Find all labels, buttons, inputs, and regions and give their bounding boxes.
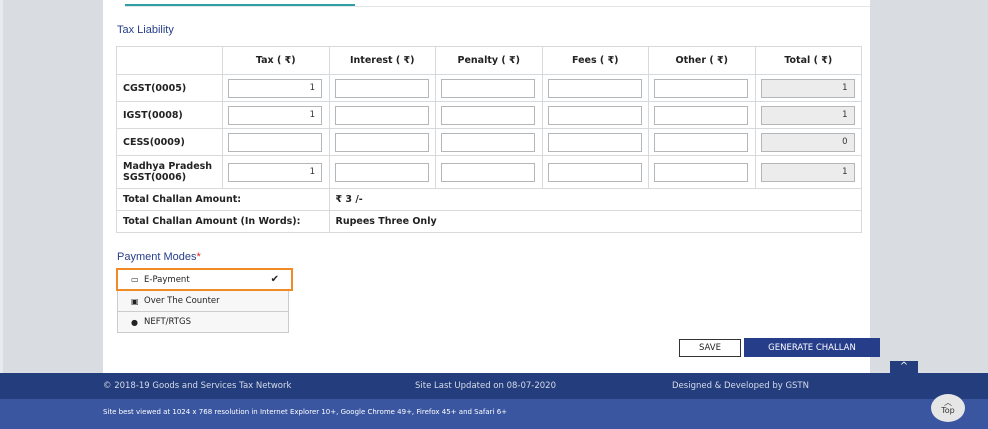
col-header-interest: Interest ( ₹) [328, 46, 436, 75]
table-row-cess: CESS(0009) 0 [116, 128, 862, 156]
top-label: Top [941, 406, 955, 415]
other-input[interactable] [654, 132, 748, 152]
table-header-row: Tax ( ₹) Interest ( ₹) Penalty ( ₹) Fees… [116, 46, 862, 75]
interest-input[interactable] [334, 132, 429, 152]
check-icon: ✔ [270, 274, 279, 285]
footer-designed: Designed & Developed by GSTN [672, 381, 809, 391]
payment-modes-label: Payment Modes [117, 251, 197, 263]
footer-top: © 2018-19 Goods and Services Tax Network… [0, 373, 988, 399]
cash-icon: ▣ [131, 296, 139, 306]
payment-modes-list: ▭ E-Payment ✔ ▣ Over The Counter ● NEFT/… [116, 268, 293, 333]
penalty-input[interactable] [441, 162, 535, 182]
content-card: Tax Liability Tax ( ₹) Interest ( ₹) Pen… [103, 0, 880, 373]
tax-input[interactable]: 1 [228, 78, 322, 98]
table-row-sgst: Madhya Pradesh SGST(0006) 1 1 [116, 155, 862, 189]
tab-divider [125, 6, 870, 7]
fees-input[interactable] [547, 105, 642, 125]
col-header-penalty: Penalty ( ₹) [435, 46, 543, 75]
generate-challan-button[interactable]: GENERATE CHALLAN [744, 338, 880, 357]
other-input[interactable] [654, 78, 748, 98]
total-field: 0 [760, 132, 855, 152]
fees-input[interactable] [547, 132, 642, 152]
footer-updated: Site Last Updated on 08-07-2020 [415, 381, 556, 391]
footer-bottom: Site best viewed at 1024 x 768 resolutio… [0, 399, 988, 429]
tax-input[interactable]: 1 [228, 162, 322, 182]
col-header-total: Total ( ₹) [754, 46, 862, 75]
col-header-tax: Tax ( ₹) [222, 46, 330, 75]
total-field: 1 [760, 105, 855, 125]
total-amount-value: ₹ 3 /- [328, 188, 862, 211]
footer-copyright: © 2018-19 Goods and Services Tax Network [103, 381, 292, 391]
total-words-label: Total Challan Amount (In Words): [116, 210, 330, 233]
globe-icon: ● [131, 317, 138, 327]
table-row-cgst: CGST(0005) 1 1 [116, 74, 862, 102]
total-words-row: Total Challan Amount (In Words): Rupees … [116, 210, 862, 233]
fees-input[interactable] [547, 78, 642, 98]
row-header-blank [116, 46, 223, 75]
interest-input[interactable] [334, 78, 429, 98]
other-input[interactable] [654, 105, 748, 125]
save-button[interactable]: SAVE [679, 339, 741, 357]
payment-modes-title: Payment Modes* [117, 251, 201, 263]
tax-liability-table: Tax ( ₹) Interest ( ₹) Penalty ( ₹) Fees… [116, 46, 862, 233]
total-words-value: Rupees Three Only [328, 210, 862, 233]
left-border [0, 0, 3, 373]
col-header-fees: Fees ( ₹) [541, 46, 649, 75]
credit-card-icon: ▭ [131, 275, 139, 284]
other-input[interactable] [654, 162, 748, 182]
penalty-input[interactable] [441, 105, 535, 125]
back-to-top-button[interactable]: ︿ Top [931, 394, 965, 422]
col-header-other: Other ( ₹) [648, 46, 756, 75]
payment-mode-over-the-counter[interactable]: ▣ Over The Counter [117, 291, 289, 312]
interest-input[interactable] [334, 105, 429, 125]
fees-input[interactable] [547, 162, 642, 182]
interest-input[interactable] [334, 162, 429, 182]
payment-mode-label: NEFT/RTGS [144, 317, 191, 327]
section-title: Tax Liability [117, 24, 174, 36]
row-label: CESS(0009) [116, 128, 223, 156]
row-label: Madhya Pradesh SGST(0006) [116, 155, 223, 189]
total-amount-row: Total Challan Amount: ₹ 3 /- [116, 188, 862, 211]
payment-mode-neft-rtgs[interactable]: ● NEFT/RTGS [117, 312, 289, 333]
total-field: 1 [760, 78, 855, 98]
required-mark: * [196, 251, 201, 263]
row-label: CGST(0005) [116, 74, 223, 102]
payment-mode-label: Over The Counter [144, 296, 220, 306]
payment-mode-e-payment[interactable]: ▭ E-Payment ✔ [116, 268, 293, 291]
penalty-input[interactable] [441, 132, 535, 152]
row-label: IGST(0008) [116, 101, 223, 129]
table-row-igst: IGST(0008) 1 1 [116, 101, 862, 129]
total-amount-label: Total Challan Amount: [116, 188, 330, 211]
penalty-input[interactable] [441, 78, 535, 98]
tax-input[interactable]: 1 [228, 105, 322, 125]
total-field: 1 [760, 162, 855, 182]
payment-mode-label: E-Payment [144, 274, 190, 285]
scroll-up-tab[interactable]: ^ [890, 361, 918, 373]
tax-input[interactable] [228, 132, 322, 152]
footer-best-viewed: Site best viewed at 1024 x 768 resolutio… [103, 408, 508, 416]
